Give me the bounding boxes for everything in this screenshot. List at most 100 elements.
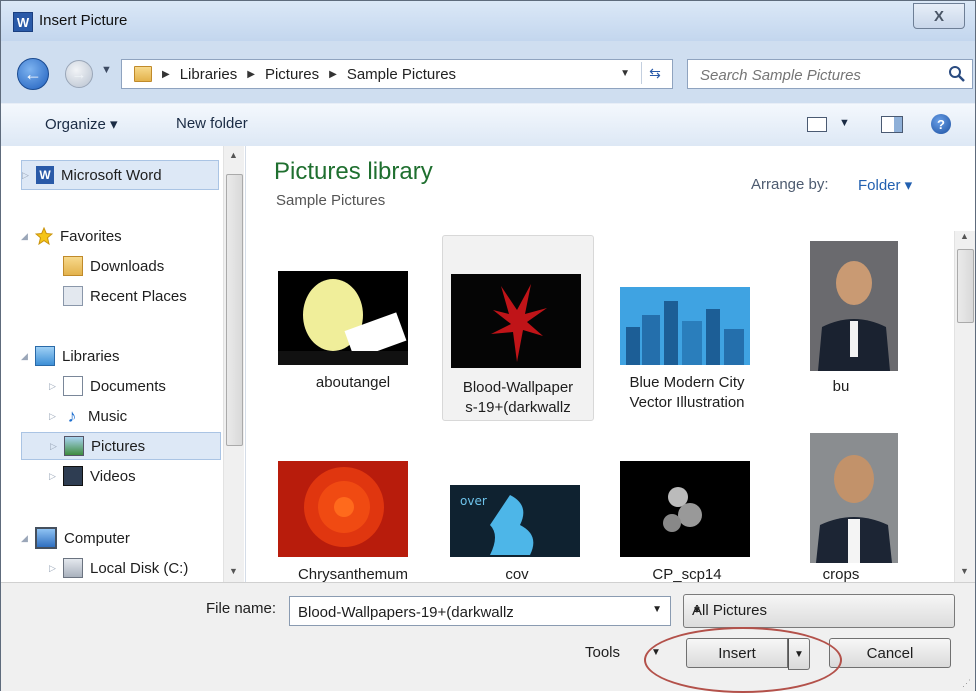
chevron-down-icon[interactable]: ▼: [652, 604, 662, 615]
recent-places-icon: [63, 286, 83, 306]
search-input[interactable]: [698, 64, 942, 86]
scroll-up-icon[interactable]: ▲: [229, 150, 238, 160]
title-bar: W Insert Picture X: [1, 1, 975, 41]
back-button[interactable]: ←: [17, 58, 49, 90]
scroll-thumb[interactable]: [226, 174, 243, 446]
expand-icon[interactable]: ▷: [49, 471, 63, 482]
insert-picture-dialog: W Insert Picture X ← → ▼ ▶ Libraries ▶ P…: [0, 0, 976, 693]
refresh-icon: ⇆: [649, 64, 661, 81]
expand-icon[interactable]: ▷: [22, 170, 36, 181]
chevron-right-icon: ▶: [162, 68, 170, 80]
history-dropdown[interactable]: ▼: [101, 64, 112, 76]
chevron-right-icon[interactable]: ▶: [329, 69, 337, 80]
scroll-up-icon[interactable]: ▲: [960, 231, 969, 241]
word-icon: W: [36, 166, 54, 184]
file-item[interactable]: crops: [766, 433, 916, 582]
file-type-select[interactable]: All Pictures ▼: [683, 594, 955, 628]
nav-item-downloads[interactable]: Downloads: [63, 252, 164, 280]
documents-icon: [63, 376, 83, 396]
nav-item-recent-places[interactable]: Recent Places: [63, 282, 187, 310]
file-name-line2: s-19+(darkwallz: [465, 399, 571, 416]
preview-pane-icon[interactable]: [881, 116, 903, 133]
nav-item-local-disk[interactable]: ▷ Local Disk (C:): [49, 554, 188, 582]
close-button[interactable]: X: [913, 3, 965, 29]
navigation-pane: ▷ W Microsoft Word ◢ Favorites Downloads…: [1, 146, 246, 582]
library-subtitle: Sample Pictures: [276, 192, 386, 209]
nav-label: Recent Places: [90, 287, 187, 305]
file-item[interactable]: bu: [766, 235, 916, 395]
nav-item-libraries[interactable]: ◢ Libraries: [21, 342, 120, 370]
file-item[interactable]: over cov: [442, 461, 592, 582]
nav-item-pictures[interactable]: ▷ Pictures: [21, 432, 221, 460]
computer-icon: [35, 527, 57, 549]
organize-button[interactable]: Organize ▾: [45, 115, 118, 133]
expand-icon[interactable]: ▷: [49, 381, 63, 392]
collapse-icon[interactable]: ◢: [21, 231, 35, 242]
refresh-button[interactable]: ⇆: [641, 62, 668, 84]
arrow-left-icon: ←: [24, 63, 42, 84]
chevron-down-icon: ▼: [794, 648, 804, 660]
view-dropdown[interactable]: ▼: [839, 117, 850, 129]
file-name: bu: [832, 378, 850, 395]
file-item[interactable]: aboutangel: [278, 269, 428, 419]
address-dropdown[interactable]: ▼: [620, 68, 630, 79]
nav-item-computer[interactable]: ◢ Computer: [21, 524, 130, 552]
insert-button[interactable]: Insert: [686, 638, 788, 668]
file-name: aboutangel: [315, 374, 391, 391]
breadcrumb-pictures[interactable]: Pictures: [265, 66, 319, 83]
thumbnail-blood-wallpaper: [451, 274, 581, 368]
file-name: CP_scp14: [652, 566, 722, 582]
file-name-combobox: ▼: [289, 596, 671, 626]
collapse-icon[interactable]: ◢: [21, 351, 35, 362]
nav-item-documents[interactable]: ▷ Documents: [49, 372, 166, 400]
forward-button[interactable]: →: [65, 60, 93, 88]
change-view-icon[interactable]: [807, 117, 827, 132]
chevron-right-icon[interactable]: ▶: [247, 69, 255, 80]
search-icon[interactable]: [948, 65, 966, 83]
file-name: cov: [505, 566, 529, 582]
nav-label: Favorites: [60, 227, 122, 245]
breadcrumb-sample-pictures[interactable]: Sample Pictures: [347, 66, 456, 83]
nav-label: Computer: [64, 529, 130, 547]
expand-icon[interactable]: ▷: [49, 411, 63, 422]
arrange-by-label: Arrange by:: [751, 176, 829, 193]
nav-label: Microsoft Word: [61, 166, 162, 184]
nav-item-microsoft-word[interactable]: ▷ W Microsoft Word: [21, 160, 219, 190]
close-icon: X: [933, 7, 944, 25]
arrow-right-icon: →: [71, 65, 87, 83]
collapse-icon[interactable]: ◢: [21, 533, 35, 544]
nav-item-favorites[interactable]: ◢ Favorites: [21, 222, 122, 250]
scroll-thumb[interactable]: [957, 249, 974, 323]
address-bar[interactable]: ▶ Libraries ▶ Pictures ▶ Sample Pictures…: [121, 59, 673, 89]
libraries-icon: [35, 346, 55, 366]
file-item[interactable]: Chrysanthemum: [278, 461, 428, 582]
arrange-by-dropdown[interactable]: Folder ▾: [858, 176, 912, 194]
expand-icon[interactable]: ▷: [50, 441, 64, 452]
nav-item-videos[interactable]: ▷ Videos: [49, 462, 136, 490]
insert-options-dropdown[interactable]: ▼: [788, 638, 810, 670]
scroll-down-icon[interactable]: ▼: [960, 566, 969, 576]
file-name-input[interactable]: [296, 601, 630, 623]
cancel-button[interactable]: Cancel: [829, 638, 951, 668]
thumbnail-crops: [810, 433, 898, 563]
library-title: Pictures library: [274, 158, 433, 185]
new-folder-button[interactable]: New folder: [176, 115, 248, 132]
content-scrollbar[interactable]: ▲ ▼: [954, 231, 975, 582]
nav-scrollbar[interactable]: ▲ ▼: [223, 146, 244, 582]
tools-dropdown-icon[interactable]: ▼: [651, 647, 661, 658]
nav-label: Music: [88, 407, 128, 425]
file-list-pane: Pictures library Sample Pictures Arrange…: [246, 146, 975, 582]
expand-icon[interactable]: ▷: [49, 563, 63, 574]
nav-item-music[interactable]: ▷ ♪ Music: [49, 402, 127, 430]
tools-button[interactable]: Tools: [585, 644, 620, 661]
search-box: [687, 59, 973, 89]
breadcrumb-libraries[interactable]: Libraries: [180, 66, 238, 83]
file-item[interactable]: Blue Modern City Vector Illustration: [612, 269, 762, 419]
scroll-down-icon[interactable]: ▼: [229, 566, 238, 576]
file-item-selected[interactable]: Blood-Wallpaper s-19+(darkwallz: [442, 235, 594, 421]
file-item[interactable]: CP_scp14: [612, 461, 762, 582]
help-icon[interactable]: ?: [931, 114, 951, 134]
file-name: crops: [822, 566, 860, 582]
resize-grip-icon[interactable]: ⋰: [962, 678, 971, 689]
word-app-icon: W: [13, 12, 33, 32]
